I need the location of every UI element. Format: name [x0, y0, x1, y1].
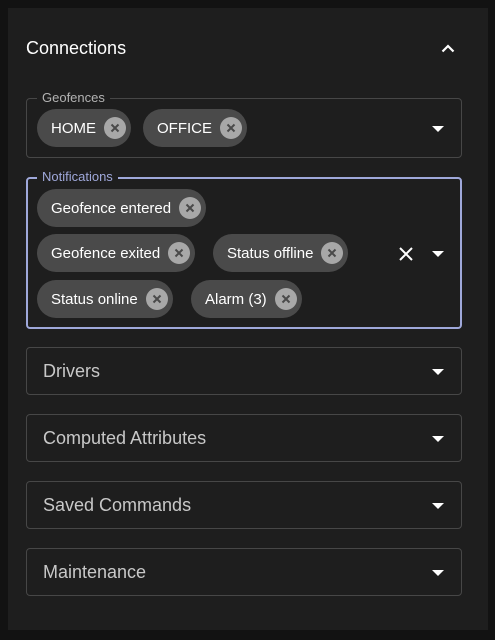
remove-chip-icon[interactable]	[179, 197, 202, 219]
maintenance-label: Maintenance	[43, 561, 147, 582]
chip-label: Geofence exited	[51, 244, 161, 262]
remove-chip-icon[interactable]	[274, 288, 297, 310]
section-title: Connections	[26, 37, 127, 58]
dropdown-arrow-icon[interactable]	[431, 434, 445, 444]
computed-attributes-label: Computed Attributes	[43, 427, 207, 448]
notifications-field[interactable]: Notifications Geofence entered Geofence …	[26, 169, 462, 329]
chip: Status offline	[213, 234, 349, 272]
computed-attributes-select[interactable]: Computed Attributes	[26, 414, 462, 462]
dropdown-arrow-icon[interactable]	[431, 249, 445, 259]
saved-commands-label: Saved Commands	[43, 494, 192, 515]
remove-chip-icon[interactable]	[104, 117, 126, 139]
clear-icon[interactable]	[396, 244, 416, 264]
remove-chip-icon[interactable]	[168, 242, 191, 264]
saved-commands-select[interactable]: Saved Commands	[26, 481, 462, 529]
drivers-select[interactable]: Drivers	[26, 347, 462, 395]
chip-label: Geofence entered	[51, 199, 172, 217]
chip-label: HOME	[51, 119, 96, 137]
drivers-label: Drivers	[43, 360, 100, 381]
chip: Geofence entered	[37, 189, 207, 227]
dropdown-arrow-icon[interactable]	[431, 124, 445, 134]
maintenance-select[interactable]: Maintenance	[26, 548, 462, 596]
chip-label: Status online	[51, 290, 138, 308]
dropdown-arrow-icon[interactable]	[431, 568, 445, 578]
geofences-field[interactable]: Geofences HOME OFFICE	[26, 90, 462, 158]
notifications-label: Notifications	[37, 169, 118, 185]
dropdown-arrow-icon[interactable]	[431, 367, 445, 377]
geofences-label: Geofences	[37, 90, 110, 106]
connections-panel: Connections Geofences HOME OFFICE Notifi…	[8, 8, 488, 630]
chip: Alarm (3)	[191, 280, 302, 318]
chip: OFFICE	[143, 109, 247, 147]
remove-chip-icon[interactable]	[220, 117, 242, 139]
chip: Status online	[37, 280, 173, 318]
chip-label: OFFICE	[157, 119, 212, 137]
chip: Geofence exited	[37, 234, 196, 272]
chip-label: Status offline	[227, 244, 314, 262]
dropdown-arrow-icon[interactable]	[431, 501, 445, 511]
remove-chip-icon[interactable]	[321, 242, 344, 264]
remove-chip-icon[interactable]	[145, 288, 168, 310]
chevron-up-icon[interactable]	[438, 38, 458, 58]
chip: HOME	[37, 109, 131, 147]
chip-label: Alarm (3)	[205, 290, 267, 308]
connections-header[interactable]: Connections	[8, 8, 488, 88]
